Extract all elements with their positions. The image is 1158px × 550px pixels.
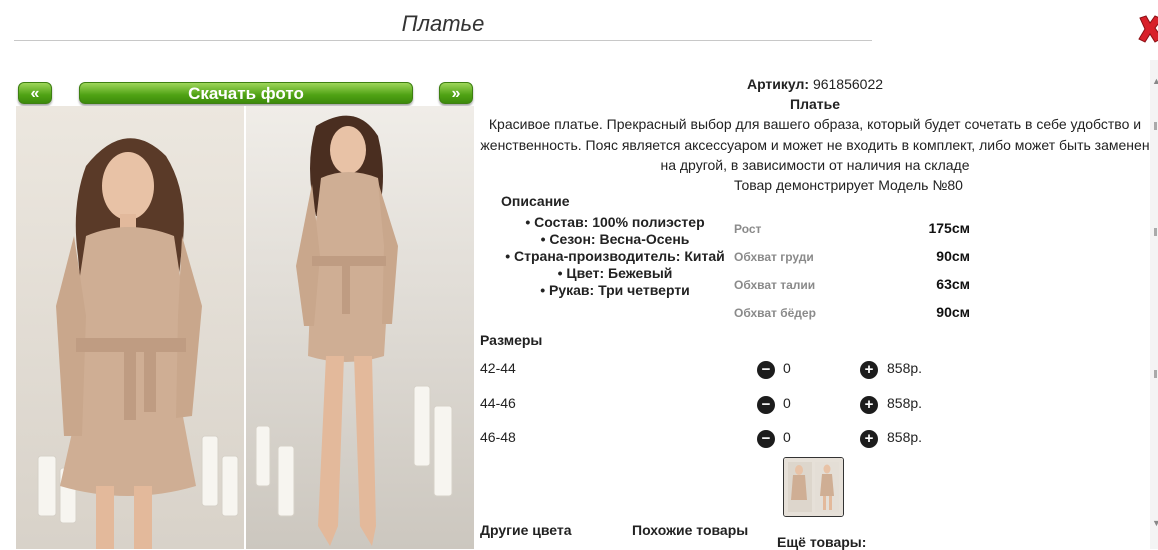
size-label: 42-44 xyxy=(480,360,516,376)
measurement-value: 63см xyxy=(936,276,970,292)
measurement-value: 175см xyxy=(928,220,970,236)
minus-icon[interactable]: − xyxy=(757,361,775,379)
scroll-mark xyxy=(1154,228,1157,236)
specs-title: Описание xyxy=(501,193,570,209)
download-photo-button[interactable]: Скачать фото xyxy=(79,82,413,104)
scroll-down-icon[interactable]: ▼ xyxy=(1152,518,1158,528)
article-value: 961856022 xyxy=(812,76,884,92)
spec-item: Состав: 100% полиэстер xyxy=(480,214,750,231)
model-note: Товар демонстрирует Модель №80 xyxy=(734,177,963,193)
size-row: 42-44 − 0 + 858р. xyxy=(480,360,950,380)
measurement-label: Обхват бёдер xyxy=(734,306,816,320)
quantity-value: 0 xyxy=(783,429,791,445)
size-label: 46-48 xyxy=(480,429,516,445)
prev-photo-button[interactable]: « xyxy=(18,82,52,104)
product-name: Платье xyxy=(790,96,840,112)
quantity-value: 0 xyxy=(783,360,791,376)
price: 858р. xyxy=(887,360,923,376)
close-icon[interactable] xyxy=(1138,14,1158,44)
next-photo-button[interactable]: » xyxy=(439,82,473,104)
size-row: 44-46 − 0 + 858р. xyxy=(480,395,950,415)
scroll-mark xyxy=(1154,122,1157,130)
plus-icon[interactable]: + xyxy=(860,430,878,448)
article-line: Артикул: 961856022 xyxy=(480,76,1150,92)
article-label: Артикул: xyxy=(746,76,810,92)
price: 858р. xyxy=(887,395,923,411)
quantity-value: 0 xyxy=(783,395,791,411)
similar-products-heading: Похожие товары xyxy=(632,522,749,538)
measurement-label: Обхват груди xyxy=(734,250,814,264)
size-row: 46-48 − 0 + 858р. xyxy=(480,429,950,449)
spec-item: Сезон: Весна-Осень xyxy=(480,231,750,248)
photo-thumbnail[interactable] xyxy=(783,457,844,517)
more-products-heading: Ещё товары: xyxy=(777,534,867,550)
other-colors-heading: Другие цвета xyxy=(480,522,572,538)
spec-item: Страна-производитель: Китай xyxy=(480,248,750,265)
measurement-label: Рост xyxy=(734,222,762,236)
product-description: Красивое платье. Прекрасный выбор для ва… xyxy=(480,116,1150,173)
minus-icon[interactable]: − xyxy=(757,430,775,448)
product-photo xyxy=(16,106,474,549)
minus-icon[interactable]: − xyxy=(757,396,775,414)
sizes-title: Размеры xyxy=(480,332,543,348)
specs-list: Состав: 100% полиэстер Сезон: Весна-Осен… xyxy=(480,214,750,299)
measurement-value: 90см xyxy=(936,248,970,264)
scroll-mark xyxy=(1154,370,1157,378)
scroll-up-icon[interactable]: ▲ xyxy=(1152,76,1158,86)
price: 858р. xyxy=(887,429,923,445)
page-title: Платье xyxy=(14,8,872,41)
measurement-value: 90см xyxy=(936,304,970,320)
spec-item: Рукав: Три четверти xyxy=(480,282,750,299)
plus-icon[interactable]: + xyxy=(860,361,878,379)
spec-item: Цвет: Бежевый xyxy=(480,265,750,282)
size-label: 44-46 xyxy=(480,395,516,411)
plus-icon[interactable]: + xyxy=(860,396,878,414)
scrollbar[interactable] xyxy=(1150,60,1158,549)
measurement-label: Обхват талии xyxy=(734,278,816,292)
